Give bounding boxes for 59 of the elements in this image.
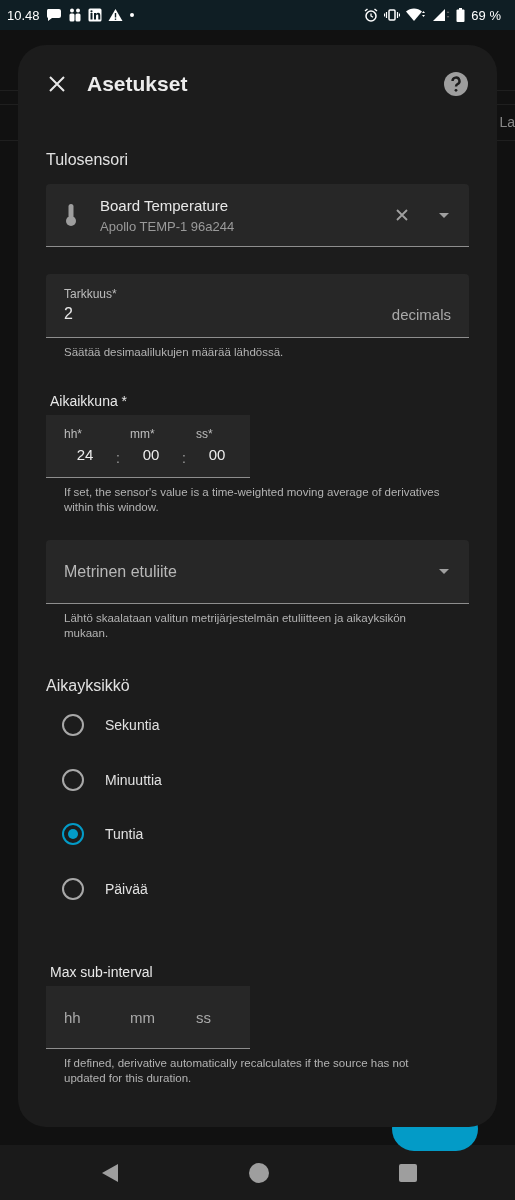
close-icon — [49, 76, 65, 92]
radio-label[interactable]: Sekuntia — [105, 717, 160, 734]
helper-text: If defined, derivative automatically recalculates if the source has not updated for this duration. — [63, 1056, 410, 1086]
back-icon[interactable] — [101, 1162, 119, 1183]
precision-field[interactable]: Tarkkuus* 2 decimals — [46, 274, 469, 338]
clear-button[interactable] — [395, 208, 409, 222]
radio-button[interactable] — [62, 823, 84, 846]
warning-icon — [107, 8, 123, 22]
helper-text: Säätää desimaalilukujen määrää lähdössä. — [63, 345, 285, 360]
thermometer-icon — [66, 204, 76, 226]
field-label: Tarkkuus* — [64, 287, 118, 301]
signal-icon — [432, 8, 451, 22]
time-input[interactable]: 00 — [130, 446, 172, 463]
background-tab-label: La — [499, 114, 515, 130]
home-icon[interactable] — [249, 1162, 269, 1183]
number-input[interactable]: 2 — [64, 305, 392, 323]
unit-suffix: decimals — [391, 305, 451, 323]
section-label: Aikayksikkö — [46, 676, 131, 696]
clear-icon — [396, 209, 408, 221]
time-separator: : — [181, 450, 187, 466]
radio-label[interactable]: Tuntia — [105, 826, 144, 843]
status-time: 10.48 — [7, 7, 40, 23]
unit-label: hh* — [64, 427, 84, 441]
time-input[interactable]: mm — [130, 1008, 190, 1026]
radio-label[interactable]: Minuuttia — [105, 771, 162, 788]
dialog-title: Asetukset — [87, 72, 188, 96]
entity-name: Board Temperature — [100, 196, 230, 214]
dropdown-caret-icon[interactable] — [439, 569, 449, 574]
field-label: Aikaikkuna * — [50, 393, 129, 411]
prefix-dropdown[interactable]: Metrinen etuliite — [46, 540, 469, 604]
time-input[interactable]: 00 — [196, 446, 238, 463]
wifi-icon — [406, 8, 427, 22]
device-name: Apollo TEMP-1 96a244 — [100, 218, 236, 234]
chat-bubble-icon — [45, 8, 62, 22]
close-button[interactable] — [47, 74, 67, 94]
help-icon[interactable] — [444, 72, 468, 96]
battery-icon — [456, 8, 466, 22]
radio-button[interactable] — [62, 877, 84, 900]
time-input[interactable]: ss — [196, 1008, 256, 1026]
helper-text: Lähtö skaalataan valitun metrijärjestelmän etuliitteen ja aikayksikön mukaan. — [63, 611, 407, 641]
entity-picker-field[interactable]: Board Temperature Apollo TEMP-1 96a244 — [46, 184, 469, 247]
section-label: Tulosensori — [46, 150, 130, 170]
time-separator: : — [115, 450, 121, 466]
unit-label: mm* — [130, 427, 156, 441]
radio-label[interactable]: Päivää — [105, 880, 148, 897]
recents-icon[interactable] — [399, 1163, 417, 1182]
time-input[interactable]: hh — [64, 1008, 124, 1026]
time-input[interactable]: 24 — [64, 446, 106, 463]
field-label: Max sub-interval — [50, 964, 154, 982]
battery-level: 69 % — [471, 7, 501, 23]
radio-button[interactable] — [62, 714, 84, 737]
radio-button[interactable] — [62, 768, 84, 791]
linkedin-icon — [87, 8, 102, 22]
people-icon — [67, 8, 82, 22]
dropdown-caret-icon[interactable] — [439, 212, 449, 218]
vibrate-icon — [384, 8, 401, 22]
unit-label: ss* — [196, 427, 214, 441]
helper-text: If set, the sensor's value is a time-weighted moving average of derivatives within this window. — [63, 485, 441, 515]
alarm-icon — [364, 8, 379, 22]
